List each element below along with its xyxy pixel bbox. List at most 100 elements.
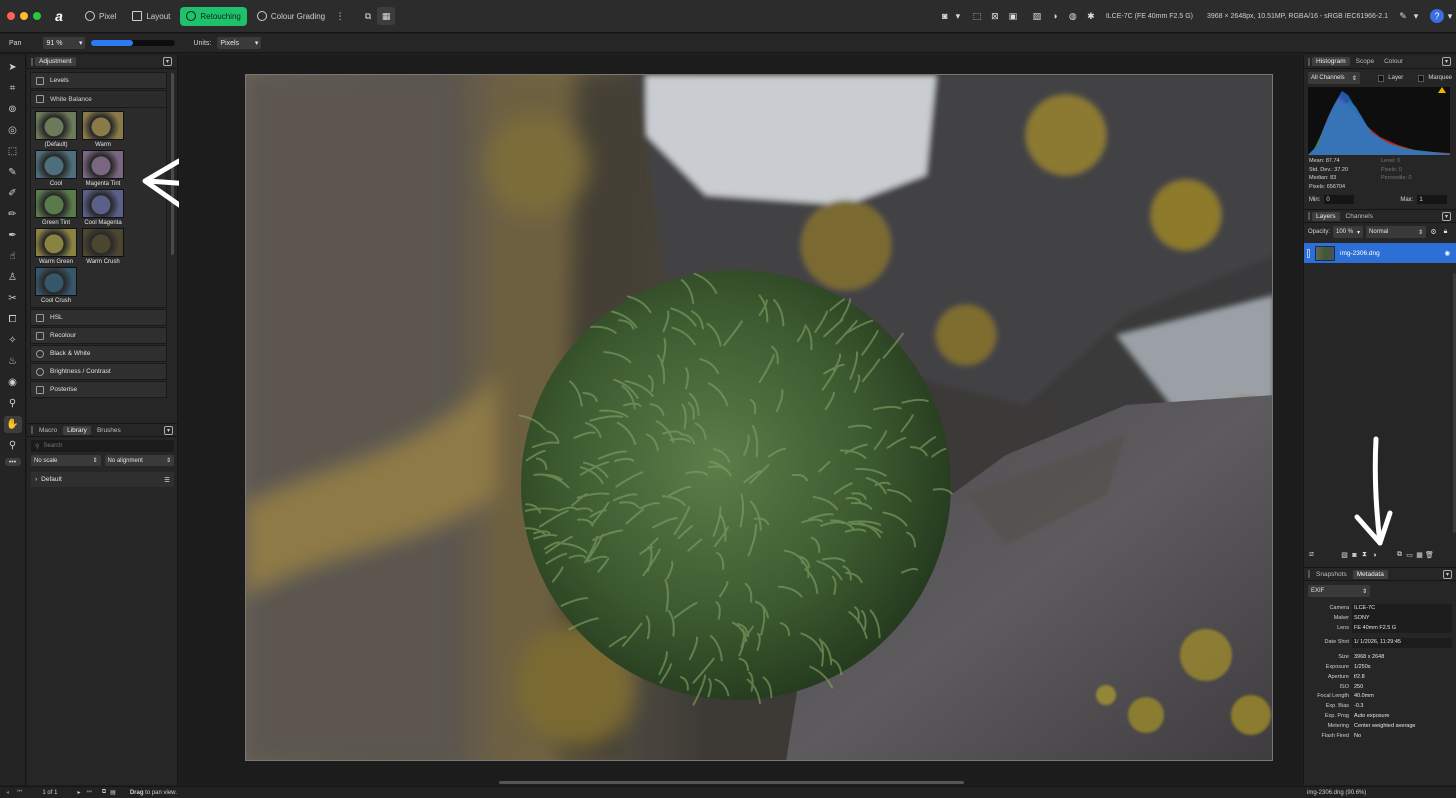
drag-handle[interactable] [1308, 57, 1310, 66]
arrange-icon[interactable]: ⧉ [359, 7, 377, 25]
scale-select[interactable]: No scale ⇕ [31, 455, 101, 466]
library-search-input[interactable]: ⚲ Search [31, 440, 174, 452]
metadata-value[interactable]: 1/ 1/2026, 11:29:45 [1352, 638, 1452, 649]
metadata-value[interactable]: SONY [1352, 613, 1452, 624]
adjustment-black-white[interactable]: Black & White [30, 345, 167, 362]
pages-icon[interactable]: ⧉ [102, 789, 106, 796]
panel-collapse-icon[interactable]: ▾ [164, 426, 173, 435]
tab-metadata[interactable]: Metadata [1352, 569, 1388, 579]
layer-checkbox[interactable] [1307, 248, 1310, 258]
panel-collapse-icon[interactable]: ▾ [1442, 212, 1451, 221]
selection-box-icon[interactable]: ▣ [1004, 7, 1022, 25]
add-group-icon[interactable]: ▭ [1405, 551, 1414, 560]
selection-cross-icon[interactable]: ⊠ [986, 7, 1004, 25]
erase-brush-icon[interactable]: ✏ [4, 206, 22, 223]
panel-collapse-icon[interactable]: ▾ [1442, 57, 1451, 66]
globe-icon[interactable]: ◍ [1064, 7, 1082, 25]
selection-brush-icon[interactable]: ⊚ [4, 101, 22, 118]
close-window-button[interactable] [7, 12, 15, 20]
chevron-down-icon[interactable]: ▾ [1412, 7, 1420, 25]
tab-library[interactable]: Library [63, 425, 91, 435]
zoom-slider[interactable] [91, 40, 176, 46]
fx-icon[interactable]: ▧ [1340, 551, 1349, 560]
document-photo[interactable] [245, 74, 1273, 761]
next-page-icon[interactable]: ▸ [77, 789, 80, 796]
min-field[interactable]: 0 [1324, 195, 1355, 204]
hamburger-menu-icon[interactable]: ☰ [164, 476, 170, 484]
zoom-window-button[interactable] [33, 12, 41, 20]
wb-preset[interactable]: Magenta Tint [81, 150, 125, 187]
crop-tool-icon[interactable]: ⌗ [4, 80, 22, 97]
tab-brushes[interactable]: Brushes [93, 426, 125, 435]
canvas-area[interactable] [179, 55, 1302, 785]
persona-layout[interactable]: Layout [126, 7, 176, 26]
affinity-logo-icon[interactable]: a [51, 8, 67, 24]
help-icon[interactable]: ? [1430, 9, 1444, 23]
prev-page-icon[interactable]: ◂ [6, 789, 9, 796]
canvas-horizontal-scrollbar[interactable] [499, 781, 964, 784]
last-page-icon[interactable]: ⏭ [86, 789, 91, 796]
channels-select[interactable]: All Channels ⇕ [1308, 72, 1360, 84]
grid-view-icon[interactable]: ▦ [377, 7, 396, 25]
library-category-default[interactable]: › Default ☰ [31, 472, 174, 487]
gear-icon[interactable]: ⚙ [1429, 228, 1438, 237]
visibility-eye-icon[interactable]: ◉ [1444, 249, 1450, 257]
layer-row-img-2306[interactable]: img-2306.dng ◉ [1304, 243, 1456, 263]
clone-brush-icon[interactable]: ✂ [4, 290, 22, 307]
white-balance-header[interactable]: White Balance [31, 91, 166, 108]
adjustment-levels[interactable]: Levels [30, 72, 167, 89]
layer-checkbox[interactable] [1378, 74, 1385, 82]
persona-colour-grading[interactable]: Colour Grading [251, 7, 331, 26]
selection-marquee-icon[interactable]: ⬚ [968, 7, 986, 25]
opacity-field[interactable]: 100 % ▾ [1333, 226, 1364, 238]
patch-tool-icon[interactable]: ⧠ [4, 311, 22, 328]
drag-handle[interactable] [1308, 212, 1310, 220]
panel-collapse-icon[interactable]: ▾ [1443, 570, 1452, 579]
wb-preset[interactable]: Cool [34, 150, 78, 187]
metadata-value[interactable]: FE 40mm F2.5 G [1352, 623, 1452, 634]
minimize-window-button[interactable] [20, 12, 28, 20]
marquee-checkbox[interactable] [1418, 74, 1425, 82]
marquee-tool-icon[interactable]: ⬚ [4, 143, 22, 160]
more-tools-icon[interactable]: ••• [4, 458, 21, 466]
mesh-warp-icon[interactable]: ✧ [4, 332, 22, 349]
drag-handle[interactable] [31, 57, 33, 66]
metadata-type-select[interactable]: EXIF ⇕ [1308, 585, 1370, 597]
color-picker-icon[interactable]: ⚲ [4, 395, 22, 412]
tab-scope[interactable]: Scope [1352, 57, 1378, 66]
spread-icon[interactable]: ▤ [110, 789, 116, 796]
wb-preset[interactable]: Warm Crush [81, 228, 125, 265]
live-filter-icon[interactable]: ⧗ [1360, 551, 1369, 560]
panel-collapse-icon[interactable]: ▾ [163, 57, 172, 66]
chevron-down-icon[interactable]: ▾ [1444, 7, 1456, 25]
persona-retouching[interactable]: Retouching [180, 6, 247, 26]
tab-channels[interactable]: Channels [1342, 212, 1377, 221]
chevron-down-icon[interactable]: ▾ [954, 7, 962, 25]
paint-brush-icon[interactable]: ✎ [4, 164, 22, 181]
adjustment-hsl[interactable]: HSL [30, 309, 167, 326]
first-page-icon[interactable]: ⏮ [17, 789, 22, 796]
move-tool-icon[interactable]: ➤ [4, 59, 22, 76]
adjustment-layer-icon[interactable]: ◑ [1370, 551, 1379, 560]
hand-tool-icon[interactable]: ✋ [3, 416, 22, 433]
adjustment-posterise[interactable]: Posterise [30, 381, 167, 398]
wb-preset[interactable]: Cool Crush [34, 267, 78, 304]
red-eye-icon[interactable]: ◉ [4, 374, 22, 391]
fill-layer-icon[interactable]: ▦ [1415, 551, 1424, 560]
wb-preset[interactable]: Warm Green [34, 228, 78, 265]
mask-mode-icon[interactable]: ◙ [936, 7, 954, 25]
tab-layers[interactable]: Layers [1312, 211, 1340, 221]
pixel-tool-icon[interactable]: ✐ [4, 185, 22, 202]
dodge-brush-icon[interactable]: ✒ [4, 227, 22, 244]
person-tool-icon[interactable]: ♙ [4, 269, 22, 286]
edit-layer-icon[interactable]: ⧄ [1307, 551, 1316, 560]
lock-icon[interactable]: 🔒︎ [1441, 228, 1450, 237]
adjustment-brightness-contrast[interactable]: Brightness / Contrast [30, 363, 167, 380]
tab-histogram[interactable]: Histogram [1312, 57, 1350, 66]
add-pixel-layer-icon[interactable]: ⧉ [1395, 551, 1404, 560]
trash-icon[interactable]: 🗑︎ [1425, 551, 1434, 560]
zoom-field[interactable]: 91 % ▾ [43, 37, 86, 49]
color-wheel-icon[interactable]: ◑ [1046, 7, 1064, 25]
wb-preset[interactable]: (Default) [34, 111, 78, 148]
drag-handle[interactable] [1308, 570, 1310, 578]
